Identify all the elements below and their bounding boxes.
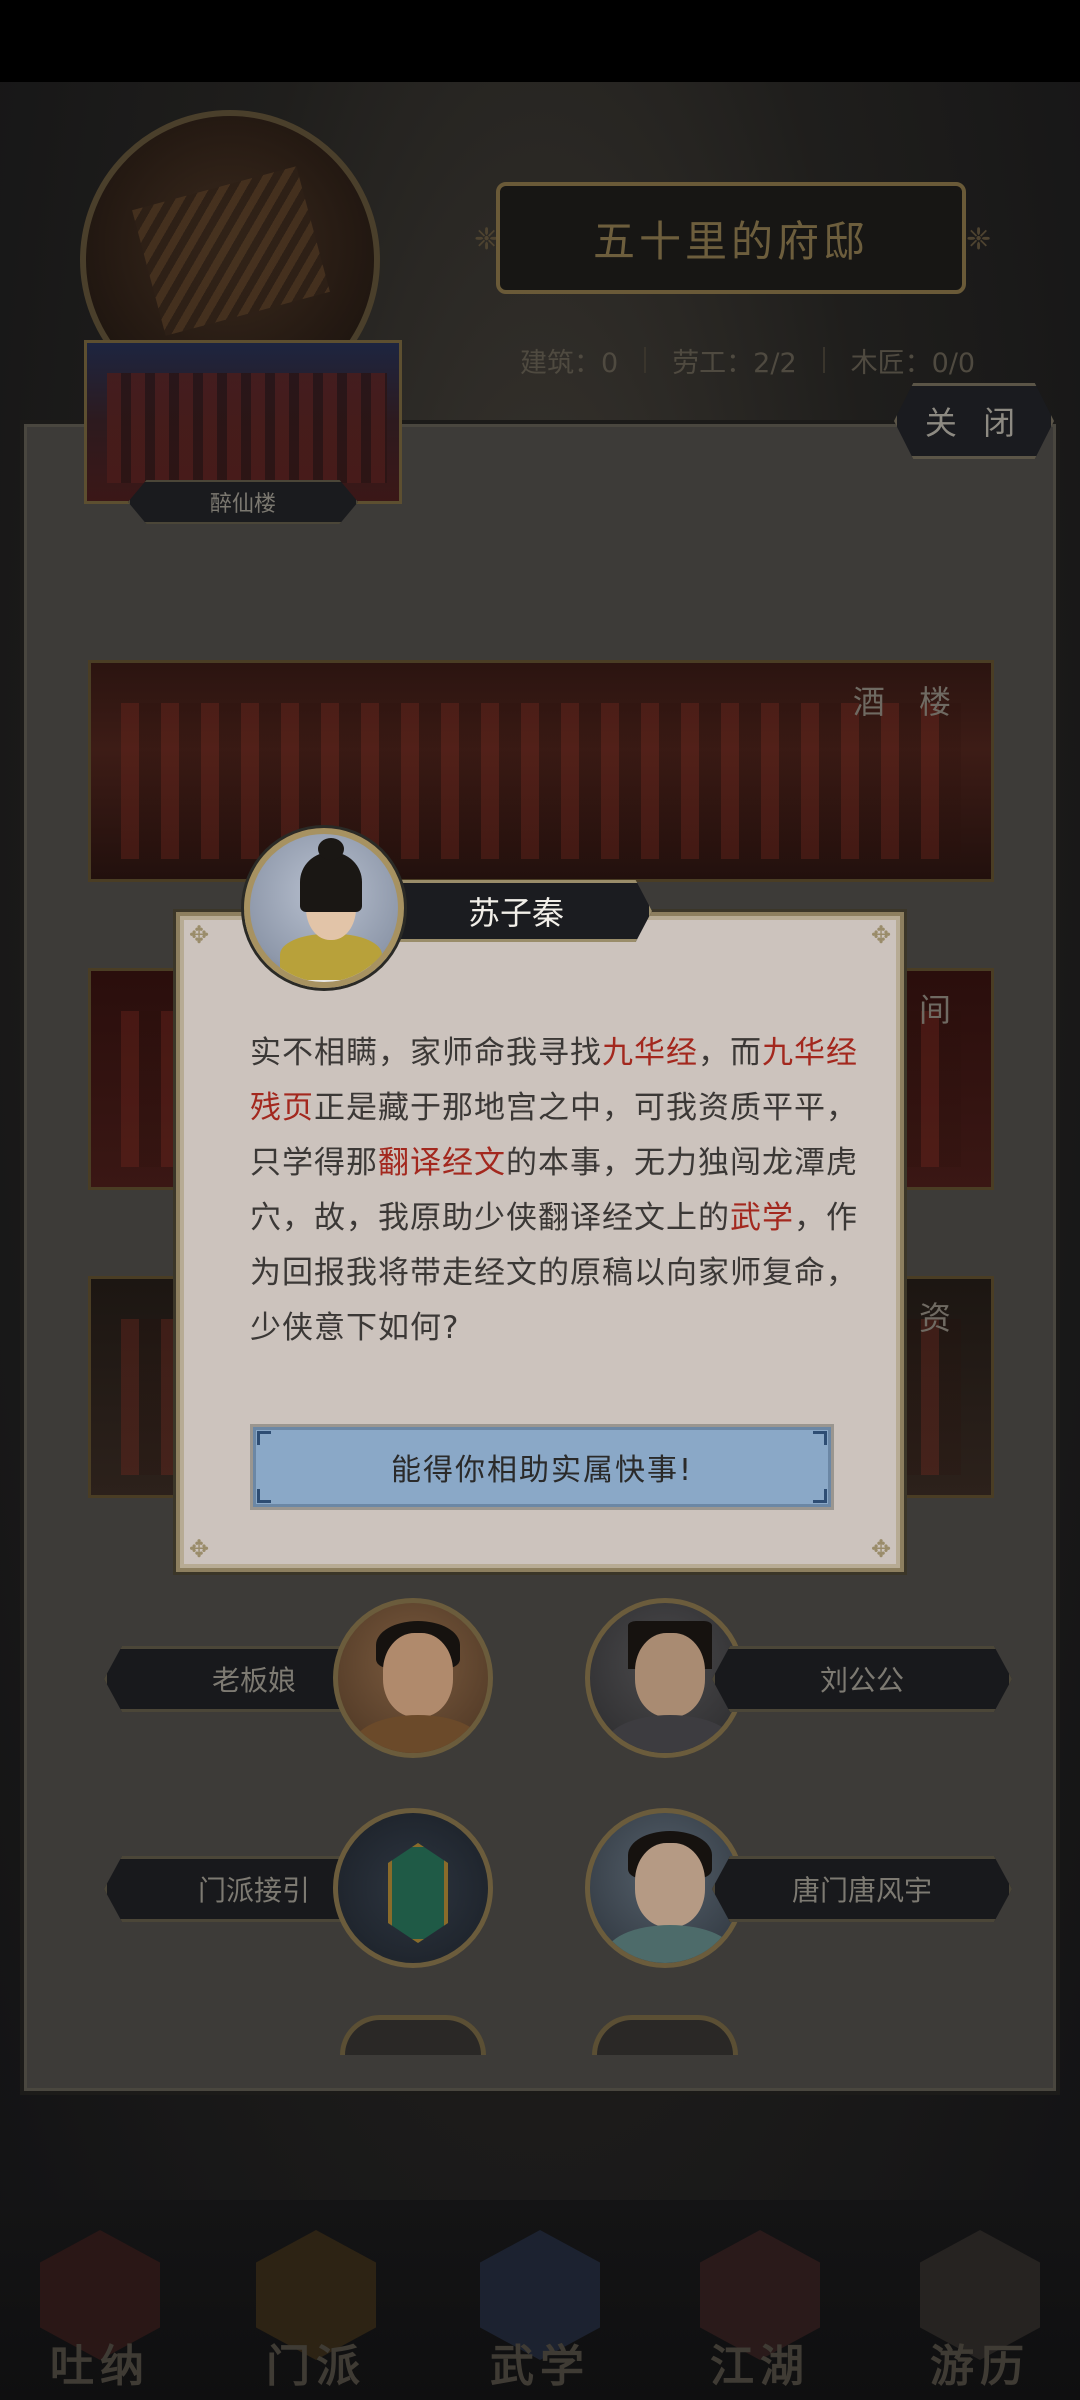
divider <box>822 347 825 373</box>
scarf <box>280 934 382 980</box>
button-corner <box>257 1431 271 1445</box>
nav-martial-arts[interactable]: 武学 <box>450 2230 630 2400</box>
mansion-stats: 建筑：0 劳工：2/2 木匠：0/0 <box>520 340 1000 380</box>
speaker-portrait <box>244 828 404 988</box>
divider <box>644 347 647 373</box>
npc-portrait-boss-lady[interactable] <box>333 1598 493 1758</box>
button-corner <box>813 1489 827 1503</box>
stat-carpenter: 木匠：0/0 <box>850 347 976 379</box>
hair <box>300 852 362 912</box>
nav-travel[interactable]: 游历 <box>890 2230 1070 2400</box>
token-icon <box>388 1843 448 1943</box>
button-corner <box>813 1431 827 1445</box>
npc-portrait-partial[interactable] <box>592 2015 738 2055</box>
npc-name-plate[interactable]: 唐门唐风宇 <box>712 1856 1012 1922</box>
location-banner-tavern[interactable]: 酒 楼 <box>88 660 994 882</box>
ornament-right-icon: ❈ <box>966 222 992 257</box>
dialog-keyword: 翻译经文 <box>378 1145 506 1181</box>
reply-button-label: 能得你相助实属快事! <box>390 1453 694 1488</box>
corner-ornament-icon: ✥ <box>188 921 210 949</box>
dialog-keyword: 武学 <box>730 1200 794 1236</box>
close-button[interactable]: 关 闭 <box>894 383 1054 459</box>
npc-portrait-sect-token[interactable] <box>333 1808 493 1968</box>
status-bar-area <box>0 0 1080 82</box>
dialog-segment: 实不相瞒，家师命我寻找 <box>250 1035 602 1071</box>
nav-label: 武学 <box>490 2341 590 2392</box>
nav-label: 江湖 <box>710 2341 810 2392</box>
bottom-nav: 吐纳 门派 武学 江湖 游历 <box>0 2200 1080 2400</box>
tavern-thumbnail[interactable] <box>84 340 402 504</box>
button-corner <box>257 1489 271 1503</box>
corner-ornament-icon: ✥ <box>870 1535 892 1563</box>
face <box>383 1633 453 1717</box>
nav-label: 吐纳 <box>50 2341 150 2392</box>
corner-ornament-icon: ✥ <box>870 921 892 949</box>
nav-meditation[interactable]: 吐纳 <box>10 2230 190 2400</box>
corner-ornament-icon: ✥ <box>188 1535 210 1563</box>
tavern-thumbnail-label: 醉仙楼 <box>128 480 358 524</box>
hair-bun <box>318 838 344 860</box>
mansion-title: 五十里的府邸 <box>496 182 966 294</box>
npc-dialog: ✥ ✥ ✥ ✥ 实不相瞒，家师命我寻找九华经，而九华经残页正是藏于那地宫之中，可… <box>176 912 904 1572</box>
clothing <box>353 1715 483 1753</box>
location-name: 酒 楼 <box>852 683 963 721</box>
nav-label: 游历 <box>930 2341 1030 2392</box>
stat-laborer: 劳工：2/2 <box>672 347 797 379</box>
nav-label: 门派 <box>266 2341 366 2392</box>
dialog-keyword: 九华经 <box>602 1035 698 1071</box>
npc-name-plate[interactable]: 刘公公 <box>712 1646 1012 1712</box>
reply-button[interactable]: 能得你相助实属快事! <box>250 1424 834 1510</box>
dialog-text: 实不相瞒，家师命我寻找九华经，而九华经残页正是藏于那地宫之中，可我资质平平，只学… <box>250 1026 860 1356</box>
clothing <box>605 1715 735 1753</box>
nav-sect[interactable]: 门派 <box>226 2230 406 2400</box>
stat-building: 建筑：0 <box>520 347 619 379</box>
dialog-segment: ，而 <box>698 1035 762 1071</box>
clothing <box>605 1925 735 1963</box>
npc-portrait-partial[interactable] <box>340 2015 486 2055</box>
face <box>635 1633 705 1717</box>
nav-jianghu[interactable]: 江湖 <box>670 2230 850 2400</box>
face <box>635 1843 705 1927</box>
speaker-name-plate: 苏子秦 <box>380 880 652 942</box>
